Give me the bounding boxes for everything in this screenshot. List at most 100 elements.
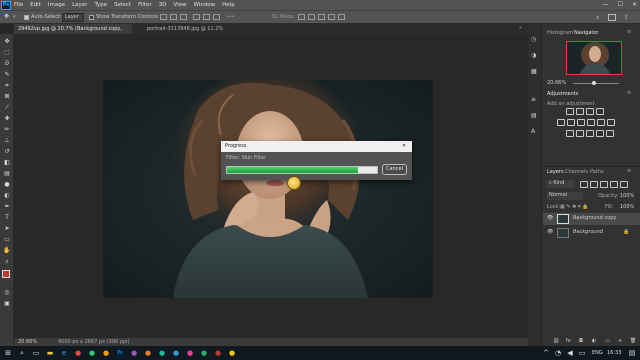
layer-style-icon[interactable]: fx [566,338,571,345]
frame-tool-icon[interactable]: ⊠ [3,93,11,100]
app-icon[interactable]: ● [228,349,236,357]
menu-image[interactable]: Image [48,2,65,8]
app-icon[interactable]: ● [172,349,180,357]
eraser-tool-icon[interactable]: ◧ [3,159,11,166]
maximize-button[interactable]: ☐ [618,1,623,9]
workspace-icon[interactable] [608,14,616,21]
tab-histogram[interactable]: Histogram [547,29,573,37]
crop-tool-icon[interactable]: ⌗ [3,82,11,89]
tool-preset-chevron-icon[interactable]: ▾ [13,14,16,21]
tab-paths[interactable]: Paths [590,168,604,176]
adjustment-layer-icon[interactable]: ◐ [592,338,596,345]
tab-document-1[interactable]: 29492vp.jpg @ 20.7% (Background copy, RG… [14,24,132,42]
align-top-icon[interactable] [193,14,200,20]
menu-help[interactable]: Help [222,2,235,8]
dialog-close-icon[interactable]: ✕ [402,143,406,150]
align-middle-icon[interactable] [203,14,210,20]
app-icon[interactable]: ● [158,349,166,357]
history-brush-tool-icon[interactable]: ↺ [3,148,11,155]
levels-icon[interactable] [576,108,584,115]
search-icon[interactable]: ⌕ [596,14,599,22]
auto-select-dropdown[interactable]: Layer [62,13,84,22]
tray-chevron-icon[interactable]: ^ [542,349,550,357]
tabs-overflow-icon[interactable]: » [519,25,522,32]
quick-select-tool-icon[interactable]: ✎ [3,71,11,78]
filter-adjustment-icon[interactable] [590,181,598,188]
dodge-tool-icon[interactable]: ◐ [3,192,11,199]
black-white-icon[interactable] [587,119,595,126]
layer-name[interactable]: Background copy [573,215,616,222]
photo-filter-icon[interactable] [597,119,605,126]
libraries-panel-icon[interactable]: ▤ [531,112,537,120]
panel-menu-icon[interactable]: ≡ [627,90,631,97]
hue-saturation-icon[interactable] [567,119,575,126]
windows-start-icon[interactable]: ⊞ [4,349,12,357]
gradient-map-icon[interactable] [596,130,604,137]
character-panel-icon[interactable]: A [531,128,535,136]
tab-navigator[interactable]: Navigator [574,29,598,37]
battery-icon[interactable]: ▭ [578,349,586,357]
menu-view[interactable]: View [173,2,186,8]
auto-select-checkbox[interactable] [24,15,29,20]
visibility-eye-icon[interactable]: 👁 [547,215,553,222]
volume-icon[interactable]: ◀ [566,349,574,357]
align-bottom-icon[interactable] [213,14,220,20]
panel-menu-icon[interactable]: ≡ [627,29,631,36]
history-panel-icon[interactable]: ◷ [531,36,536,44]
lasso-tool-icon[interactable]: ᘐ [3,60,11,67]
blur-tool-icon[interactable]: ● [3,181,11,188]
app-icon[interactable]: ● [102,349,110,357]
add-mask-icon[interactable]: ◘ [579,338,583,345]
tab-layers[interactable]: Layers [547,168,564,176]
photoshop-taskbar-icon[interactable]: Ps [116,349,124,357]
search-icon[interactable]: ⌕ [18,349,26,357]
hand-tool-icon[interactable]: ✋ [3,247,11,254]
move-tool-icon[interactable]: ✥ [3,38,11,45]
visibility-eye-icon[interactable]: 👁 [547,229,553,236]
3d-pan-icon[interactable] [318,14,325,20]
layer-row-background[interactable]: 👁 Background 🔒 [543,227,640,239]
menu-filter[interactable]: Filter [138,2,152,8]
tab-document-2[interactable]: portrait-3113948.jpg @ 11.2% (RGB/8#) × [143,24,239,42]
move-tool-icon[interactable]: ✥ [4,13,9,21]
document-image[interactable] [103,80,433,298]
layer-row-background-copy[interactable]: 👁 Background copy [543,213,640,225]
3d-slide-icon[interactable] [328,14,335,20]
align-left-icon[interactable] [160,14,167,20]
tab-channels[interactable]: Channels [565,168,588,176]
close-button[interactable]: ✕ [632,1,637,9]
navigator-zoom[interactable]: 20.66% [547,80,566,87]
curves-icon[interactable] [586,108,594,115]
marquee-tool-icon[interactable]: ⬚ [3,49,11,56]
file-explorer-icon[interactable]: ▬ [46,349,54,357]
app-icon[interactable]: ● [214,349,222,357]
new-group-icon[interactable]: ▭ [605,338,610,345]
properties-panel-icon[interactable]: ≡ [531,96,536,104]
path-select-tool-icon[interactable]: ➤ [3,225,11,232]
notification-icon[interactable]: ▤ [628,349,636,357]
zoom-level[interactable]: 20.66% [18,339,37,346]
filter-type-icon[interactable] [600,181,608,188]
app-icon[interactable]: ● [200,349,208,357]
zoom-tool-icon[interactable]: ⌕ [3,258,11,265]
filter-kind-dropdown[interactable]: ⌕ Kind [547,180,575,188]
status-menu-chevron-icon[interactable]: › [114,339,116,346]
panel-menu-icon[interactable]: ≡ [627,168,631,175]
menu-window[interactable]: Window [193,2,215,8]
blend-mode-dropdown[interactable]: Normal [547,192,583,200]
swatches-panel-icon[interactable]: ▦ [531,68,537,76]
vibrance-icon[interactable] [557,119,565,126]
opacity-value[interactable]: 100% [620,193,634,200]
app-icon[interactable]: ● [88,349,96,357]
app-icon[interactable]: ● [186,349,194,357]
share-icon[interactable]: ⇪ [624,14,629,22]
screen-mode-icon[interactable]: ▣ [3,300,11,307]
color-balance-icon[interactable] [577,119,585,126]
more-options-icon[interactable]: ••• [226,14,235,21]
invert-icon[interactable] [566,130,574,137]
menu-type[interactable]: Type [94,2,107,8]
app-icon[interactable]: ● [74,349,82,357]
posterize-icon[interactable] [576,130,584,137]
menu-edit[interactable]: Edit [30,2,41,8]
3d-roll-icon[interactable] [308,14,315,20]
